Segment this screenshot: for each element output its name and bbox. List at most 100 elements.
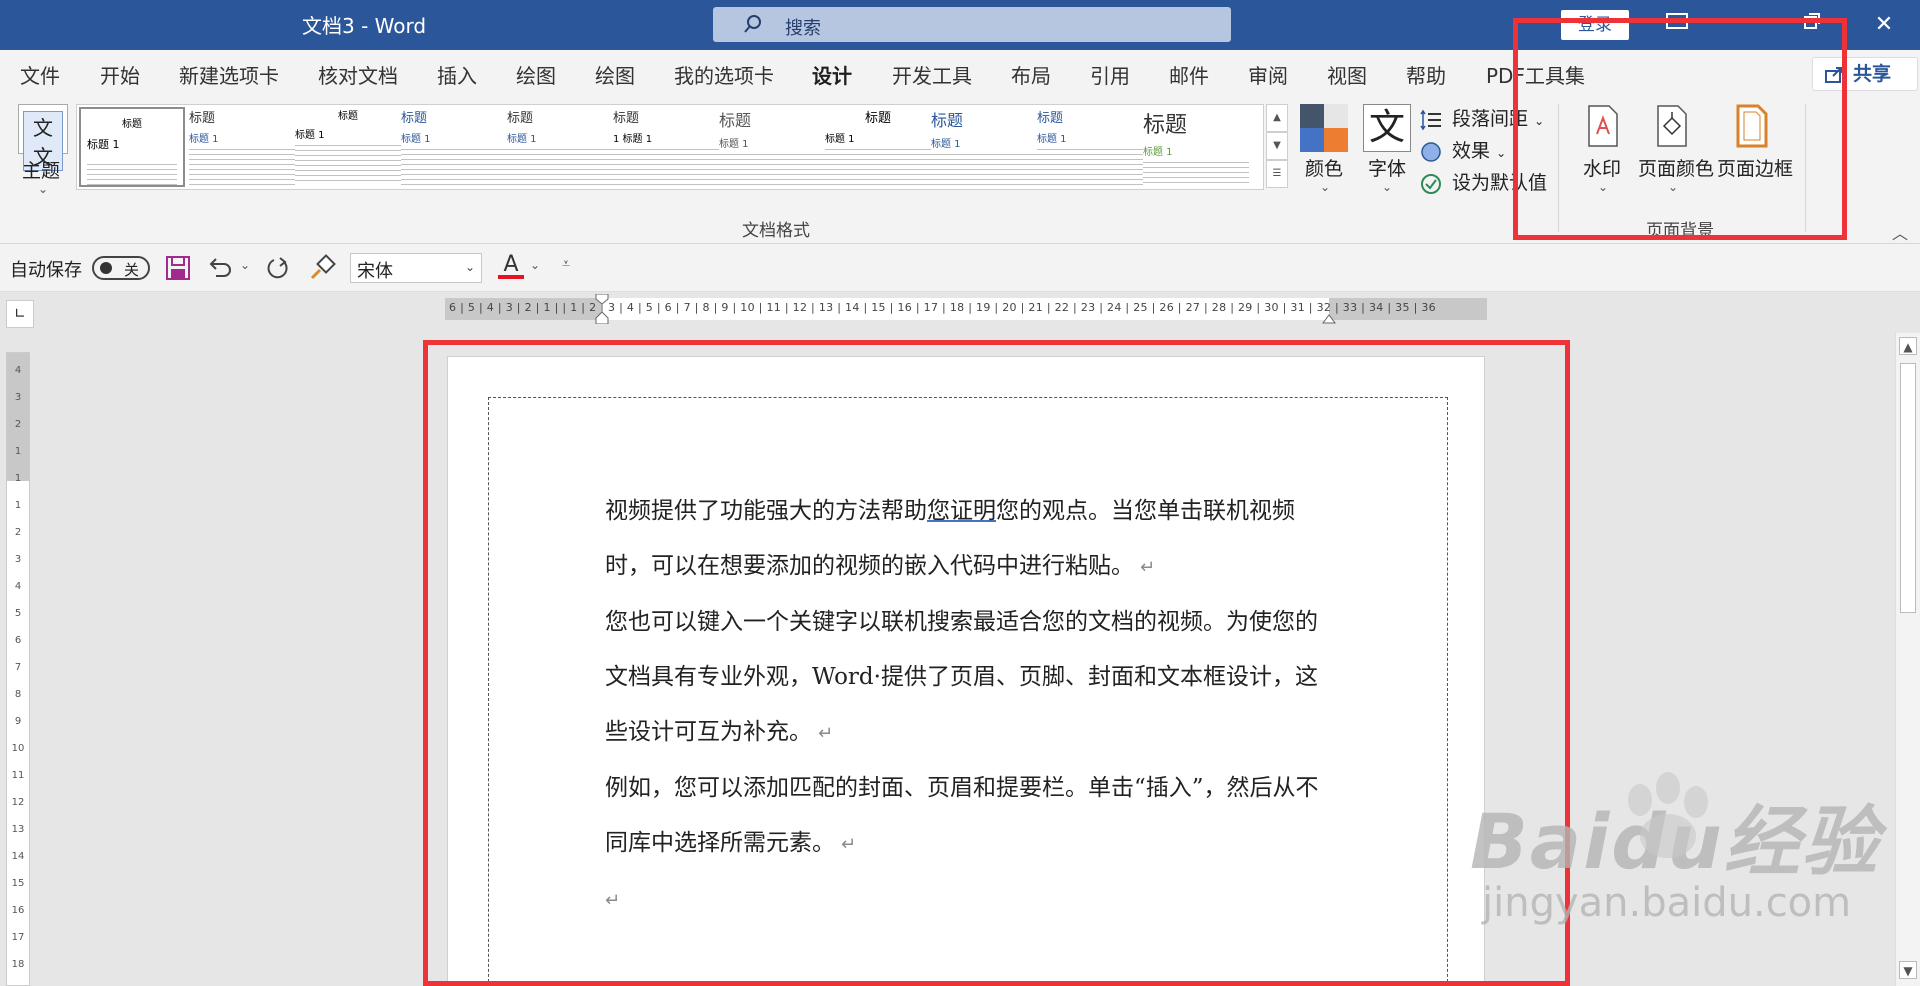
restore-icon[interactable]	[1792, 10, 1832, 40]
horizontal-ruler[interactable]: 6 | 5 | 4 | 3 | 2 | 1 | | 1 | 2 | 3 | 4 …	[445, 294, 1487, 324]
collapse-ribbon-icon[interactable]: ︿	[1892, 220, 1908, 244]
fonts-icon[interactable]: 文	[1363, 104, 1411, 152]
search-box[interactable]: 搜索	[713, 7, 1231, 42]
search-icon	[744, 15, 761, 33]
group-label-document-format: 文档格式	[742, 221, 810, 241]
chevron-down-icon[interactable]: ⌄	[1320, 180, 1330, 194]
colors-icon[interactable]	[1300, 104, 1348, 152]
page-color-icon[interactable]	[1652, 104, 1692, 148]
tab-help[interactable]: 帮助	[1406, 60, 1446, 89]
save-icon[interactable]	[164, 254, 192, 282]
style-item[interactable]: 标题 标题 1	[1037, 107, 1143, 187]
chevron-down-icon[interactable]: ⌄	[1668, 180, 1678, 194]
right-indent-marker-icon[interactable]	[1322, 310, 1336, 324]
window-title: 文档3 - Word	[302, 14, 427, 38]
chevron-down-icon[interactable]: ⌄	[1598, 180, 1608, 194]
tab-home[interactable]: 开始	[100, 60, 140, 89]
scroll-down-icon[interactable]: ▼	[1899, 961, 1917, 979]
style-item[interactable]: 标题 标题 1	[931, 107, 1037, 187]
paragraph-spacing-button[interactable]: 段落间距 ⌄	[1420, 104, 1544, 131]
tab-references[interactable]: 引用	[1090, 60, 1130, 89]
page-border-button[interactable]: 页面边框	[1717, 154, 1793, 181]
style-item[interactable]: 标题 标题 1	[295, 107, 401, 187]
paragraph-4[interactable]: ↵	[605, 872, 1340, 928]
style-item[interactable]: 标题 标题 1	[825, 107, 931, 187]
ruler-row: ∟ 6 | 5 | 4 | 3 | 2 | 1 | | 1 | 2 | 3 | …	[0, 292, 1920, 332]
gallery-up-icon[interactable]: ▲	[1266, 104, 1288, 132]
close-icon[interactable]: ✕	[1864, 10, 1904, 40]
ribbon-display-icon[interactable]	[1657, 10, 1697, 40]
page-border-icon[interactable]	[1732, 104, 1772, 148]
vertical-scrollbar[interactable]: ▲ ▼	[1895, 333, 1920, 986]
customize-qat-icon[interactable]: ⩡	[562, 256, 570, 272]
paragraph-1[interactable]: 视频提供了功能强大的方法帮助您证明您的观点。当您单击联机视频时，可以在想要添加的…	[605, 484, 1340, 595]
quick-access-toolbar: 自动保存 关 ⌄ 宋体 ⌄ A ⌄ ⩡	[0, 244, 1920, 292]
ribbon: 文文 主题 ⌄ 标题 标题 1 标题 标题 1 标题 标题 1 标题 标题 1 标题标…	[0, 94, 1920, 244]
style-item[interactable]: 标题 标题 1	[1143, 107, 1249, 187]
undo-dropdown-icon[interactable]: ⌄	[240, 258, 250, 272]
tab-insert[interactable]: 插入	[437, 60, 477, 89]
set-default-button[interactable]: 设为默认值	[1420, 168, 1547, 195]
font-color-button[interactable]: A	[498, 252, 524, 279]
tab-review[interactable]: 审阅	[1248, 60, 1288, 89]
fonts-button[interactable]: 字体	[1368, 154, 1406, 181]
effects-button[interactable]: 效果 ⌄	[1420, 136, 1506, 163]
tab-new-tab[interactable]: 新建选项卡	[179, 60, 279, 89]
gallery-more-icon[interactable]: ☰	[1266, 160, 1288, 188]
theme-icon[interactable]: 文文	[18, 104, 68, 171]
share-icon	[1825, 67, 1842, 83]
tab-mailings[interactable]: 邮件	[1169, 60, 1209, 89]
title-bar: 文档3 - Word 搜索 登录 ✕	[0, 0, 1920, 50]
tab-my-tab[interactable]: 我的选项卡	[674, 60, 774, 89]
style-item[interactable]: 标题 标题 1	[719, 107, 825, 187]
chevron-down-icon[interactable]: ⌄	[38, 182, 48, 196]
redo-icon[interactable]	[264, 254, 292, 282]
tab-draw-1[interactable]: 绘图	[516, 60, 556, 89]
indent-marker-icon[interactable]	[595, 294, 609, 324]
style-item[interactable]: 标题 标题 1	[507, 107, 613, 187]
search-placeholder: 搜索	[785, 18, 821, 39]
document-page[interactable]: 视频提供了功能强大的方法帮助您证明您的观点。当您单击联机视频时，可以在想要添加的…	[447, 356, 1485, 986]
tab-pdf-tools[interactable]: PDF工具集	[1486, 60, 1585, 89]
chevron-down-icon[interactable]: ⌄	[530, 258, 540, 272]
theme-button-label[interactable]: 主题	[22, 156, 60, 183]
gallery-down-icon[interactable]: ▼	[1266, 132, 1288, 160]
vertical-ruler[interactable]: 4 3 2 1 1 1 2 3 4 5 6 7 8 9 10 11 12 13 …	[6, 352, 30, 986]
tab-review-doc[interactable]: 核对文档	[318, 60, 398, 89]
autosave-toggle[interactable]: 关	[92, 256, 150, 280]
scroll-up-icon[interactable]: ▲	[1899, 337, 1917, 355]
style-item[interactable]: 标题 1 标题 1	[613, 107, 719, 187]
document-body[interactable]: 视频提供了功能强大的方法帮助您证明您的观点。当您单击联机视频时，可以在想要添加的…	[605, 484, 1340, 928]
share-button[interactable]: 共享	[1812, 57, 1918, 91]
style-item[interactable]: 标题 标题 1	[401, 107, 507, 187]
paragraph-mark: ↵	[605, 890, 621, 911]
paragraph-mark: ↵	[841, 834, 857, 855]
style-item[interactable]: 标题 标题 1	[79, 107, 185, 187]
tab-design[interactable]: 设计	[812, 60, 852, 97]
chevron-down-icon: ⌄	[464, 260, 475, 274]
page-color-button[interactable]: 页面颜色	[1638, 154, 1714, 181]
chevron-down-icon[interactable]: ⌄	[1382, 180, 1392, 194]
font-name-select[interactable]: 宋体 ⌄	[350, 253, 482, 283]
tab-draw-2[interactable]: 绘图	[595, 60, 635, 89]
tab-layout[interactable]: 布局	[1011, 60, 1051, 89]
format-painter-icon[interactable]	[308, 254, 336, 282]
paragraph-2[interactable]: 您也可以键入一个关键字以联机搜索最适合您的文档的视频。为使您的文档具有专业外观，…	[605, 595, 1340, 761]
paragraph-mark: ↵	[1140, 557, 1156, 578]
gallery-scroll[interactable]: ▲ ▼ ☰	[1266, 104, 1288, 190]
tab-selector-icon[interactable]: ∟	[6, 300, 34, 328]
watermark-icon[interactable]	[1583, 104, 1623, 148]
undo-icon[interactable]	[206, 254, 234, 282]
paragraph-3[interactable]: 例如，您可以添加匹配的封面、页眉和提要栏。单击“插入”，然后从不同库中选择所需元…	[605, 761, 1340, 872]
style-item[interactable]: 标题 标题 1	[189, 107, 295, 187]
tab-view[interactable]: 视图	[1327, 60, 1367, 89]
login-button[interactable]: 登录	[1561, 10, 1629, 40]
colors-button[interactable]: 颜色	[1305, 154, 1343, 181]
baidu-paw-logo	[1628, 772, 1708, 858]
scroll-thumb[interactable]	[1900, 363, 1916, 613]
tab-developer[interactable]: 开发工具	[892, 60, 972, 89]
tab-file[interactable]: 文件	[20, 60, 60, 89]
autosave-state: 关	[124, 261, 140, 279]
toggle-knob	[100, 262, 112, 274]
watermark-button[interactable]: 水印	[1583, 154, 1621, 181]
